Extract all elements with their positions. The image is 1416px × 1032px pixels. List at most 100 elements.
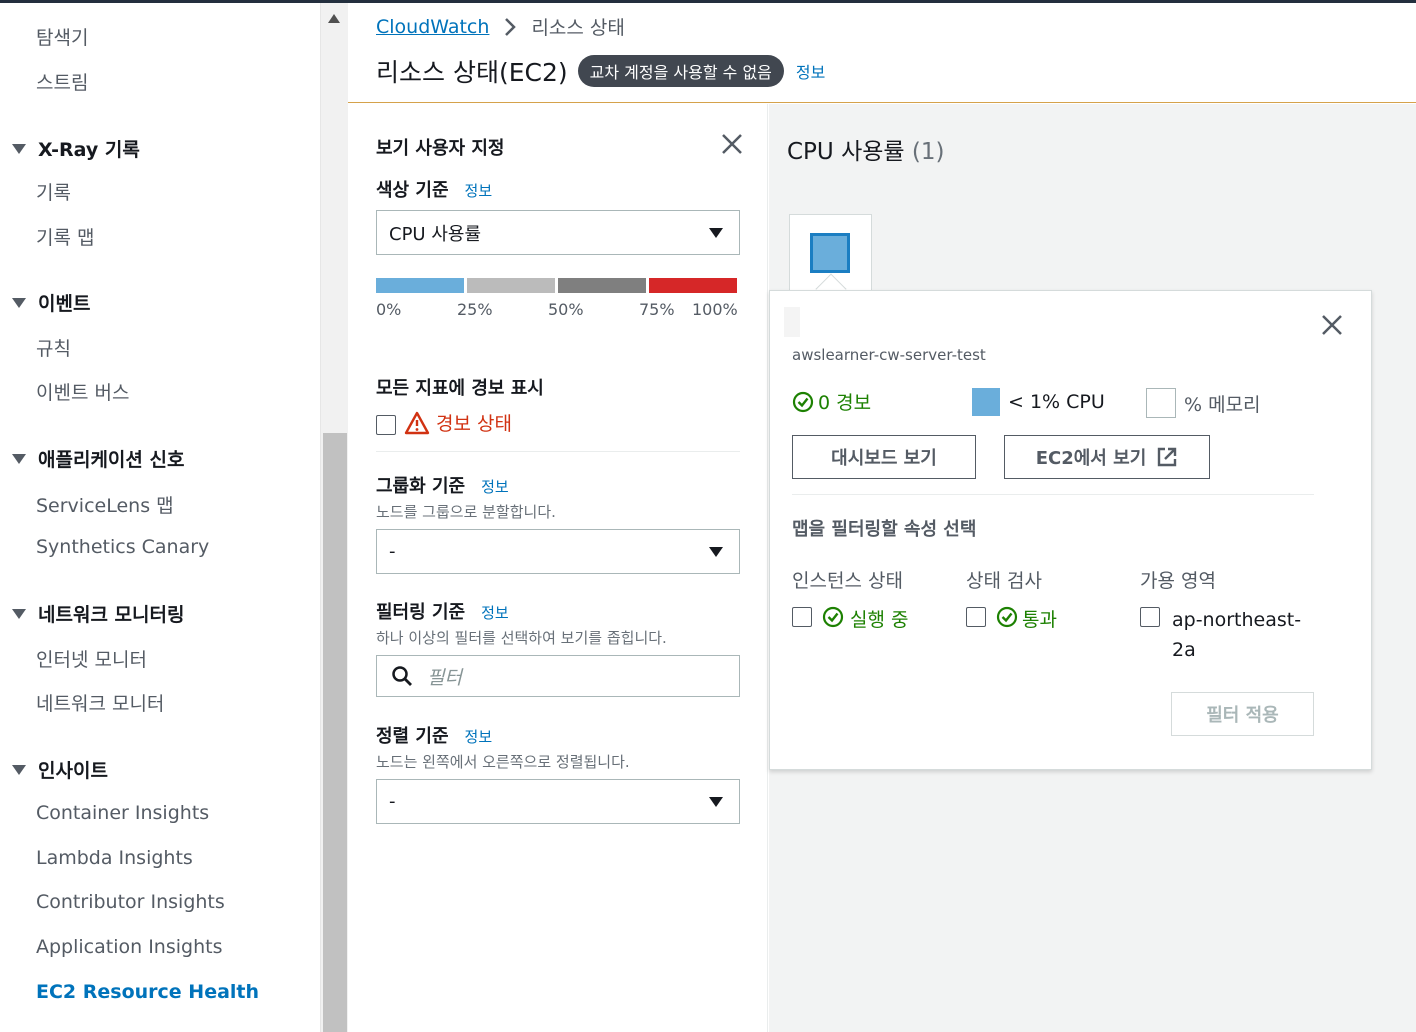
- filter-placeholder: 필터: [427, 666, 462, 689]
- filter-by-info-link[interactable]: 정보: [481, 602, 509, 623]
- scroll-up-arrow-icon[interactable]: [328, 14, 340, 23]
- sidebar-scrollbar[interactable]: [320, 3, 348, 1032]
- alarm-state-checkbox[interactable]: [376, 415, 396, 435]
- close-icon[interactable]: [1320, 313, 1344, 337]
- sidebar-section-label: 인사이트: [38, 760, 108, 782]
- breadcrumb-link-cloudwatch[interactable]: CloudWatch: [376, 16, 489, 38]
- sort-by-description: 노드는 왼쪽에서 오른쪽으로 정렬됩니다.: [376, 753, 630, 771]
- color-by-label-row: 색상 기준 정보: [376, 176, 492, 202]
- cpu-stat: < 1% CPU: [972, 388, 1105, 416]
- sort-by-value: -: [389, 791, 396, 812]
- instance-node-square[interactable]: [810, 233, 850, 273]
- alarm-state-label: 경보 상태: [436, 413, 512, 435]
- view-dashboard-button[interactable]: 대시보드 보기: [792, 435, 976, 479]
- caret-down-icon: [12, 297, 26, 308]
- group-by-select[interactable]: -: [376, 529, 740, 574]
- external-link-icon: [1158, 447, 1177, 467]
- sidebar-item-streams[interactable]: 스트림: [36, 68, 88, 95]
- az-label-line2: 2a: [1172, 639, 1196, 661]
- legend-swatch-50-75: [558, 278, 646, 293]
- group-by-label-row: 그룹화 기준 정보: [376, 472, 509, 498]
- az-label-line1: ap-northeast-: [1172, 609, 1302, 631]
- sidebar-item-internet-monitor[interactable]: 인터넷 모니터: [36, 645, 147, 672]
- legend-label-75: 75%: [639, 300, 675, 319]
- group-by-info-link[interactable]: 정보: [481, 476, 509, 497]
- close-icon[interactable]: [720, 132, 744, 156]
- group-by-value: -: [389, 541, 396, 562]
- map-title-text: CPU 사용률: [787, 139, 905, 165]
- alarm-count: 0 경보: [792, 388, 871, 415]
- color-by-info-link[interactable]: 정보: [465, 180, 493, 201]
- alarm-count-text: 0 경보: [818, 392, 872, 414]
- popover-divider: [792, 494, 1314, 495]
- legend-swatch-25-50: [467, 278, 555, 293]
- sidebar-item-synthetics-canary[interactable]: Synthetics Canary: [36, 536, 209, 558]
- color-by-select[interactable]: CPU 사용률: [376, 210, 740, 255]
- alarm-state-option: 경보 상태: [404, 409, 512, 436]
- passed-checkbox[interactable]: [966, 607, 986, 627]
- sidebar-section-label: 이벤트: [38, 293, 91, 315]
- passed-label: 통과: [1022, 609, 1057, 631]
- info-link[interactable]: 정보: [796, 59, 825, 83]
- caret-down-icon: [12, 453, 26, 464]
- sidebar-item-ec2-resource-health[interactable]: EC2 Resource Health: [36, 981, 259, 1003]
- apply-filter-button[interactable]: 필터 적용: [1171, 692, 1314, 736]
- instance-state-header: 인스턴스 상태: [792, 570, 903, 592]
- instance-name: awslearner-cw-server-test: [792, 346, 986, 364]
- sidebar-section-label: X-Ray 기록: [38, 139, 140, 161]
- running-checkbox[interactable]: [792, 607, 812, 627]
- scrollbar-thumb[interactable]: [323, 433, 347, 1032]
- sidebar-item-application-insights[interactable]: Application Insights: [36, 936, 222, 958]
- view-in-ec2-button[interactable]: EC2에서 보기: [1004, 435, 1210, 479]
- az-checkbox[interactable]: [1140, 607, 1160, 627]
- sidebar-section-xray[interactable]: X-Ray 기록: [10, 135, 140, 162]
- legend-label-100: 100%: [692, 300, 738, 319]
- sidebar-item-trace-map[interactable]: 기록 맵: [36, 223, 94, 250]
- legend-swatch-0-25: [376, 278, 464, 293]
- caret-down-icon: [12, 764, 26, 775]
- caret-down-icon: [12, 608, 26, 619]
- dropdown-arrow-icon: [709, 547, 723, 557]
- filter-by-label: 필터링 기준: [376, 602, 466, 623]
- filter-by-description: 하나 이상의 필터를 선택하여 보기를 좁힙니다.: [376, 629, 667, 647]
- sidebar-item-contributor-insights[interactable]: Contributor Insights: [36, 891, 225, 913]
- check-circle-icon: [792, 391, 814, 412]
- sort-by-info-link[interactable]: 정보: [465, 726, 493, 747]
- legend-label-0: 0%: [376, 300, 402, 319]
- sidebar-section-app-signals[interactable]: 애플리케이션 신호: [10, 445, 184, 472]
- sidebar-item-rules[interactable]: 규칙: [36, 334, 71, 361]
- memory-stat: % 메모리: [1146, 388, 1261, 418]
- filter-option-passed: 통과: [966, 605, 1057, 632]
- cross-account-badge: 교차 계정을 사용할 수 없음: [577, 55, 784, 87]
- legend-swatch-75-100: [649, 278, 737, 293]
- customize-view-panel: 보기 사용자 지정 색상 기준 정보 CPU 사용률 0% 25% 50% 75…: [348, 104, 768, 1032]
- instance-popover: awslearner-cw-server-test 0 경보 < 1% CPU …: [769, 290, 1372, 770]
- availability-zone-header: 가용 영역: [1140, 570, 1216, 592]
- sort-by-select[interactable]: -: [376, 779, 740, 824]
- sidebar-item-traces[interactable]: 기록: [36, 178, 71, 205]
- sidebar-item-network-monitor[interactable]: 네트워크 모니터: [36, 689, 164, 716]
- popover-placeholder: [784, 307, 800, 337]
- sidebar-item-lambda-insights[interactable]: Lambda Insights: [36, 847, 193, 869]
- running-label: 실행 중: [850, 609, 909, 631]
- legend-label-50: 50%: [548, 300, 584, 319]
- title-row: 리소스 상태(EC2) 교차 계정을 사용할 수 없음 정보: [376, 53, 825, 89]
- section-divider: [376, 451, 740, 452]
- sidebar-item-container-insights[interactable]: Container Insights: [36, 802, 209, 824]
- alarms-label: 모든 지표에 경보 표시: [376, 378, 544, 399]
- status-check-header: 상태 검사: [966, 570, 1042, 592]
- dropdown-arrow-icon: [709, 228, 723, 238]
- sidebar-item-explorer[interactable]: 탐색기: [36, 23, 88, 50]
- sidebar-section-events[interactable]: 이벤트: [10, 289, 90, 316]
- sidebar-nav: 탐색기 스트림 X-Ray 기록 기록 기록 맵 이벤트 규칙 이벤트 버스 애…: [0, 3, 320, 1032]
- sidebar-section-insights[interactable]: 인사이트: [10, 756, 108, 783]
- map-node-count: (1): [911, 139, 945, 165]
- legend-label-25: 25%: [457, 300, 493, 319]
- filter-search-input[interactable]: 필터: [376, 655, 740, 697]
- sidebar-item-servicelens-map[interactable]: ServiceLens 맵: [36, 491, 174, 518]
- sidebar-section-network-monitoring[interactable]: 네트워크 모니터링: [10, 600, 184, 627]
- sidebar-item-event-bus[interactable]: 이벤트 버스: [36, 378, 129, 405]
- breadcrumb-current: 리소스 상태: [531, 17, 625, 39]
- sort-by-label: 정렬 기준: [376, 726, 449, 747]
- filter-by-label-row: 필터링 기준 정보: [376, 598, 509, 624]
